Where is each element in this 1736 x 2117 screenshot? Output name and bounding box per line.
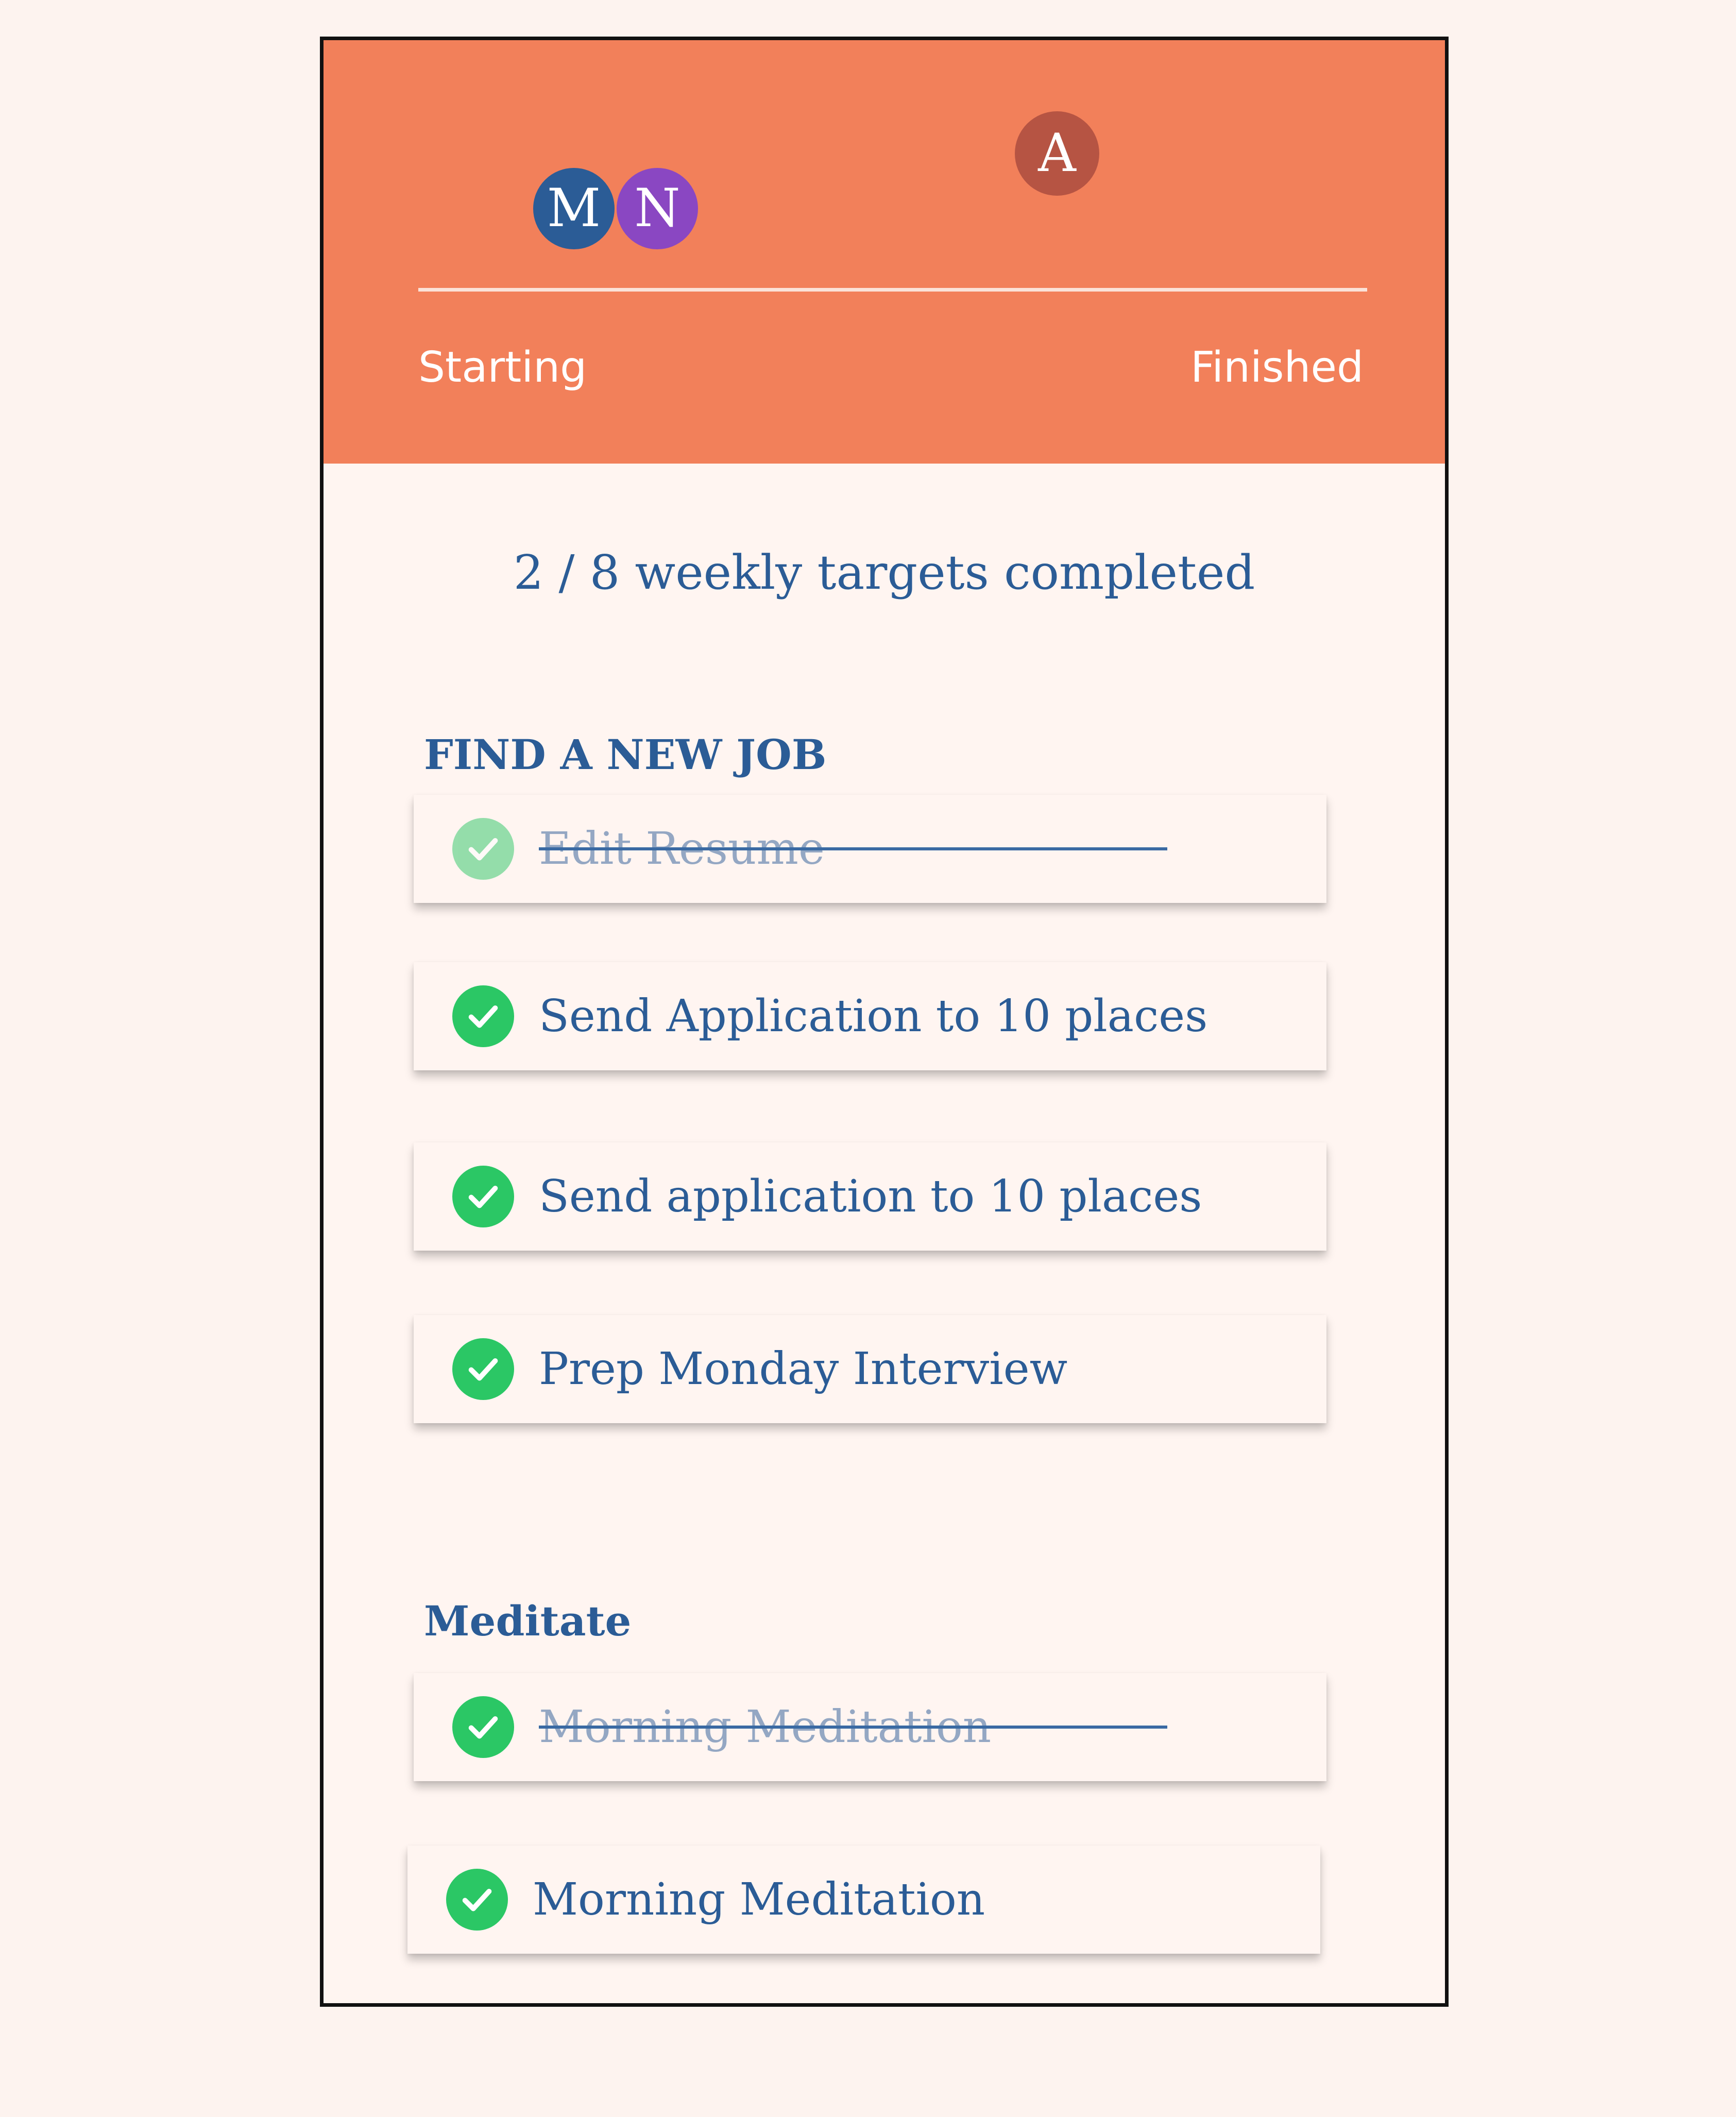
task-label: Prep Monday Interview bbox=[539, 1343, 1068, 1395]
check-circle-icon[interactable] bbox=[446, 1869, 508, 1931]
check-circle-icon[interactable] bbox=[452, 818, 514, 880]
task-label: Morning Meditation bbox=[533, 1874, 985, 1925]
check-circle-icon[interactable] bbox=[452, 1338, 514, 1400]
progress-track bbox=[418, 288, 1367, 292]
progress-end-label: Finished bbox=[1190, 343, 1364, 392]
task-morning-meditation-struck[interactable]: Morning Meditation bbox=[414, 1673, 1326, 1781]
avatar-a[interactable]: A bbox=[1015, 111, 1099, 196]
check-circle-icon[interactable] bbox=[452, 1166, 514, 1227]
task-label: Send Application to 10 places bbox=[539, 991, 1208, 1042]
strikethrough-line bbox=[539, 1726, 1167, 1729]
task-prep-monday-interview[interactable]: Prep Monday Interview bbox=[414, 1315, 1326, 1423]
task-edit-resume[interactable]: Edit Resume bbox=[414, 795, 1326, 903]
avatar-n[interactable]: N bbox=[615, 166, 700, 251]
section-title-meditate: Meditate bbox=[424, 1597, 632, 1645]
app-screen: M N A Starting Finished 2 / 8 weekly tar… bbox=[320, 37, 1449, 2007]
progress-header: M N A Starting Finished bbox=[324, 40, 1445, 464]
progress-start-label: Starting bbox=[418, 343, 587, 392]
check-circle-icon[interactable] bbox=[452, 985, 514, 1047]
task-morning-meditation[interactable]: Morning Meditation bbox=[407, 1846, 1320, 1954]
task-send-application-2[interactable]: Send application to 10 places bbox=[414, 1142, 1326, 1251]
task-send-application[interactable]: Send Application to 10 places bbox=[414, 962, 1326, 1070]
task-label: Send application to 10 places bbox=[539, 1171, 1202, 1222]
section-title-find-a-new-job: FIND A NEW JOB bbox=[424, 730, 827, 779]
strikethrough-line bbox=[539, 847, 1167, 850]
check-circle-icon[interactable] bbox=[452, 1696, 514, 1758]
weekly-summary: 2 / 8 weekly targets completed bbox=[513, 545, 1255, 600]
avatar-m[interactable]: M bbox=[532, 166, 616, 251]
